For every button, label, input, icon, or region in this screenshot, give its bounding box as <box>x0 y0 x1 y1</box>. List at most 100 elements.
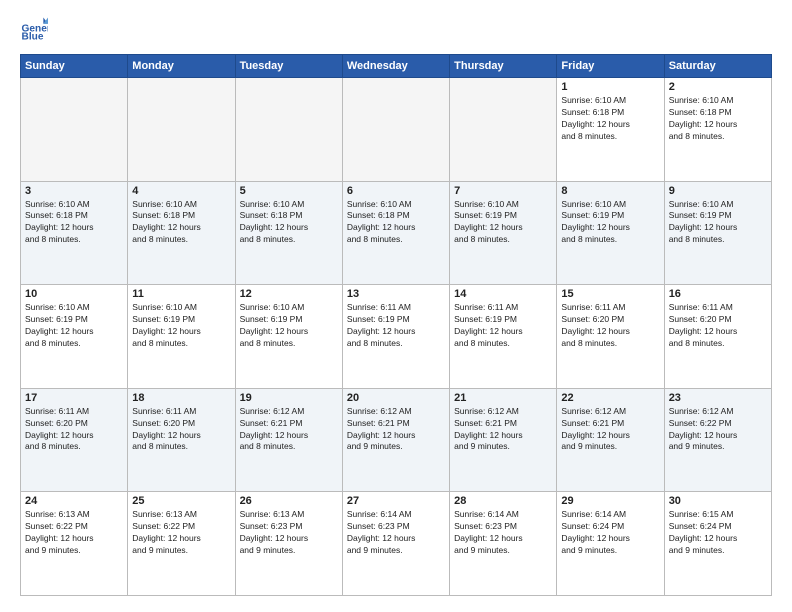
calendar-cell: 16 Sunrise: 6:11 AM Sunset: 6:20 PM Dayli… <box>664 285 771 389</box>
day-number: 12 <box>240 288 338 300</box>
calendar-cell: 6 Sunrise: 6:10 AM Sunset: 6:18 PM Daylig… <box>342 181 449 285</box>
day-info: Sunrise: 6:14 AM Sunset: 6:23 PM Dayligh… <box>347 509 445 557</box>
calendar-cell: 7 Sunrise: 6:10 AM Sunset: 6:19 PM Daylig… <box>450 181 557 285</box>
calendar-cell: 30 Sunrise: 6:15 AM Sunset: 6:24 PM Dayli… <box>664 492 771 596</box>
calendar-cell <box>342 78 449 182</box>
calendar-cell: 24Sunrise: 6:13 AM Sunset: 6:22 PM Dayli… <box>21 492 128 596</box>
day-info: Sunrise: 6:10 AM Sunset: 6:18 PM Dayligh… <box>347 199 445 247</box>
day-number: 27 <box>347 495 445 507</box>
day-info: Sunrise: 6:10 AM Sunset: 6:19 PM Dayligh… <box>454 199 552 247</box>
day-info: Sunrise: 6:10 AM Sunset: 6:18 PM Dayligh… <box>240 199 338 247</box>
day-info: Sunrise: 6:11 AM Sunset: 6:20 PM Dayligh… <box>669 302 767 350</box>
day-info: Sunrise: 6:14 AM Sunset: 6:23 PM Dayligh… <box>454 509 552 557</box>
calendar-cell: 9 Sunrise: 6:10 AM Sunset: 6:19 PM Daylig… <box>664 181 771 285</box>
day-number: 2 <box>669 81 767 93</box>
calendar-cell: 13 Sunrise: 6:11 AM Sunset: 6:19 PM Dayli… <box>342 285 449 389</box>
day-info: Sunrise: 6:10 AM Sunset: 6:19 PM Dayligh… <box>240 302 338 350</box>
logo-icon: General Blue <box>20 16 48 44</box>
day-number: 10 <box>25 288 123 300</box>
calendar-table: SundayMondayTuesdayWednesdayThursdayFrid… <box>20 54 772 596</box>
day-info: Sunrise: 6:12 AM Sunset: 6:21 PM Dayligh… <box>454 406 552 454</box>
calendar-week-3: 10 Sunrise: 6:10 AM Sunset: 6:19 PM Dayli… <box>21 285 772 389</box>
day-info: Sunrise: 6:10 AM Sunset: 6:18 PM Dayligh… <box>25 199 123 247</box>
day-number: 19 <box>240 392 338 404</box>
calendar-cell: 17Sunrise: 6:11 AM Sunset: 6:20 PM Dayli… <box>21 388 128 492</box>
day-info: Sunrise: 6:13 AM Sunset: 6:22 PM Dayligh… <box>25 509 123 557</box>
calendar-cell: 23 Sunrise: 6:12 AM Sunset: 6:22 PM Dayli… <box>664 388 771 492</box>
calendar-week-4: 17Sunrise: 6:11 AM Sunset: 6:20 PM Dayli… <box>21 388 772 492</box>
calendar-cell: 19 Sunrise: 6:12 AM Sunset: 6:21 PM Dayli… <box>235 388 342 492</box>
calendar-cell: 28 Sunrise: 6:14 AM Sunset: 6:23 PM Dayli… <box>450 492 557 596</box>
calendar-week-2: 3 Sunrise: 6:10 AM Sunset: 6:18 PM Daylig… <box>21 181 772 285</box>
calendar-cell: 27 Sunrise: 6:14 AM Sunset: 6:23 PM Dayli… <box>342 492 449 596</box>
weekday-friday: Friday <box>557 55 664 78</box>
day-number: 3 <box>25 185 123 197</box>
weekday-wednesday: Wednesday <box>342 55 449 78</box>
day-info: Sunrise: 6:10 AM Sunset: 6:19 PM Dayligh… <box>25 302 123 350</box>
calendar-cell: 8 Sunrise: 6:10 AM Sunset: 6:19 PM Daylig… <box>557 181 664 285</box>
calendar-cell: 1Sunrise: 6:10 AM Sunset: 6:18 PM Daylig… <box>557 78 664 182</box>
day-number: 18 <box>132 392 230 404</box>
day-info: Sunrise: 6:10 AM Sunset: 6:19 PM Dayligh… <box>561 199 659 247</box>
header: General Blue <box>20 16 772 44</box>
day-number: 21 <box>454 392 552 404</box>
day-info: Sunrise: 6:10 AM Sunset: 6:19 PM Dayligh… <box>132 302 230 350</box>
day-info: Sunrise: 6:12 AM Sunset: 6:21 PM Dayligh… <box>240 406 338 454</box>
day-number: 11 <box>132 288 230 300</box>
calendar-cell: 15 Sunrise: 6:11 AM Sunset: 6:20 PM Dayli… <box>557 285 664 389</box>
day-info: Sunrise: 6:10 AM Sunset: 6:18 PM Dayligh… <box>561 95 659 143</box>
day-number: 20 <box>347 392 445 404</box>
calendar-cell: 5 Sunrise: 6:10 AM Sunset: 6:18 PM Daylig… <box>235 181 342 285</box>
calendar-cell: 3 Sunrise: 6:10 AM Sunset: 6:18 PM Daylig… <box>21 181 128 285</box>
weekday-tuesday: Tuesday <box>235 55 342 78</box>
logo: General Blue <box>20 16 52 44</box>
day-info: Sunrise: 6:10 AM Sunset: 6:18 PM Dayligh… <box>132 199 230 247</box>
calendar-cell: 22Sunrise: 6:12 AM Sunset: 6:21 PM Dayli… <box>557 388 664 492</box>
weekday-saturday: Saturday <box>664 55 771 78</box>
day-number: 25 <box>132 495 230 507</box>
day-info: Sunrise: 6:13 AM Sunset: 6:22 PM Dayligh… <box>132 509 230 557</box>
calendar-cell <box>21 78 128 182</box>
day-info: Sunrise: 6:11 AM Sunset: 6:19 PM Dayligh… <box>454 302 552 350</box>
day-number: 26 <box>240 495 338 507</box>
day-number: 6 <box>347 185 445 197</box>
day-info: Sunrise: 6:11 AM Sunset: 6:19 PM Dayligh… <box>347 302 445 350</box>
calendar-cell: 21 Sunrise: 6:12 AM Sunset: 6:21 PM Dayli… <box>450 388 557 492</box>
day-info: Sunrise: 6:12 AM Sunset: 6:21 PM Dayligh… <box>347 406 445 454</box>
day-info: Sunrise: 6:11 AM Sunset: 6:20 PM Dayligh… <box>25 406 123 454</box>
day-info: Sunrise: 6:12 AM Sunset: 6:21 PM Dayligh… <box>561 406 659 454</box>
calendar-week-5: 24Sunrise: 6:13 AM Sunset: 6:22 PM Dayli… <box>21 492 772 596</box>
calendar-cell: 18 Sunrise: 6:11 AM Sunset: 6:20 PM Dayli… <box>128 388 235 492</box>
calendar-week-1: 1Sunrise: 6:10 AM Sunset: 6:18 PM Daylig… <box>21 78 772 182</box>
day-info: Sunrise: 6:11 AM Sunset: 6:20 PM Dayligh… <box>561 302 659 350</box>
day-info: Sunrise: 6:11 AM Sunset: 6:20 PM Dayligh… <box>132 406 230 454</box>
calendar-cell: 20 Sunrise: 6:12 AM Sunset: 6:21 PM Dayli… <box>342 388 449 492</box>
weekday-sunday: Sunday <box>21 55 128 78</box>
day-number: 9 <box>669 185 767 197</box>
day-number: 30 <box>669 495 767 507</box>
day-number: 15 <box>561 288 659 300</box>
day-number: 7 <box>454 185 552 197</box>
day-number: 23 <box>669 392 767 404</box>
day-info: Sunrise: 6:15 AM Sunset: 6:24 PM Dayligh… <box>669 509 767 557</box>
day-number: 4 <box>132 185 230 197</box>
day-number: 5 <box>240 185 338 197</box>
weekday-thursday: Thursday <box>450 55 557 78</box>
calendar-cell <box>128 78 235 182</box>
day-number: 16 <box>669 288 767 300</box>
day-info: Sunrise: 6:10 AM Sunset: 6:19 PM Dayligh… <box>669 199 767 247</box>
calendar-cell: 12 Sunrise: 6:10 AM Sunset: 6:19 PM Dayli… <box>235 285 342 389</box>
day-number: 29 <box>561 495 659 507</box>
day-number: 13 <box>347 288 445 300</box>
day-number: 28 <box>454 495 552 507</box>
calendar-cell: 25 Sunrise: 6:13 AM Sunset: 6:22 PM Dayli… <box>128 492 235 596</box>
calendar-cell: 11 Sunrise: 6:10 AM Sunset: 6:19 PM Dayli… <box>128 285 235 389</box>
calendar-cell: 4 Sunrise: 6:10 AM Sunset: 6:18 PM Daylig… <box>128 181 235 285</box>
calendar-cell <box>235 78 342 182</box>
calendar-cell: 26Sunrise: 6:13 AM Sunset: 6:23 PM Dayli… <box>235 492 342 596</box>
weekday-monday: Monday <box>128 55 235 78</box>
calendar-cell <box>450 78 557 182</box>
day-number: 8 <box>561 185 659 197</box>
page: General Blue SundayMondayTuesdayWednesda… <box>0 0 792 612</box>
day-info: Sunrise: 6:12 AM Sunset: 6:22 PM Dayligh… <box>669 406 767 454</box>
